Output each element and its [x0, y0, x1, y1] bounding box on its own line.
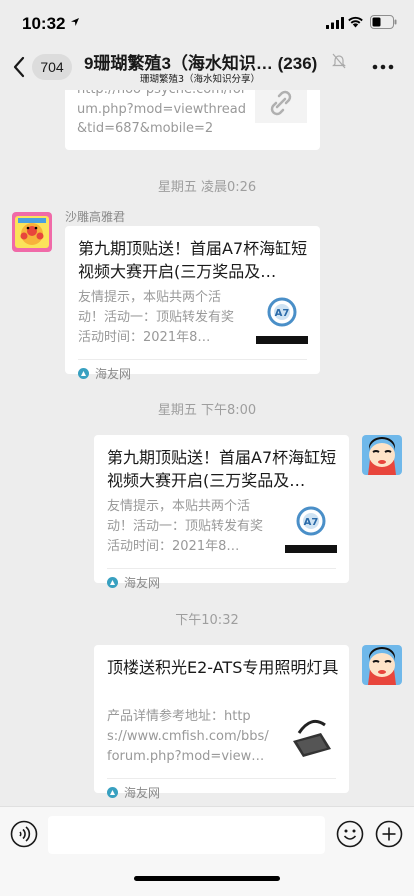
timestamp-label: 星期五 凌晨0:26 [157, 180, 257, 195]
message-input[interactable] [48, 816, 325, 854]
link-url-text: http://hoo-psyche.com/forum.php?mod=view… [77, 90, 246, 136]
card-description: 产品详情参考地址：https://www.cmfish.com/bbs/foru… [107, 709, 269, 764]
card-source: 海友网 [78, 365, 131, 382]
source-logo-icon [107, 787, 118, 798]
more-options-icon[interactable] [372, 64, 394, 70]
status-time: 10:32 [22, 14, 66, 33]
svg-text:A7: A7 [304, 517, 319, 528]
input-bar [0, 806, 414, 896]
home-indicator[interactable] [134, 876, 280, 881]
cellular-signal-icon [326, 17, 344, 29]
wifi-icon [348, 16, 363, 28]
location-arrow-icon [71, 18, 79, 26]
card-divider [107, 568, 336, 569]
card-description: 友情提示，本贴共两个活动！活动一：顶贴转发有奖活动时间：2021年8… [107, 499, 264, 554]
chat-subtitle: 珊瑚繁殖3（海水知识分享） [140, 74, 261, 85]
card-source: 海友网 [107, 574, 160, 591]
my-avatar[interactable] [362, 435, 402, 475]
source-logo-icon [107, 577, 118, 588]
unread-count-badge[interactable]: 704 [32, 54, 72, 80]
battery-icon [370, 15, 397, 29]
voice-input-icon[interactable] [10, 820, 38, 848]
status-bar: 10:32 [0, 0, 414, 44]
source-name: 海友网 [95, 367, 132, 381]
link-thumbnail [255, 90, 307, 123]
card-thumbnail: A7 [256, 292, 308, 344]
card-divider [107, 778, 336, 779]
card-thumbnail [285, 711, 337, 763]
card-title: 顶楼送积光E2-ATS专用照明灯具 [107, 658, 339, 677]
sender-name: 沙雕高雅君 [65, 210, 126, 224]
link-icon [270, 90, 292, 116]
card-thumbnail: A7 [285, 501, 337, 553]
shared-link-card[interactable]: 第九期顶贴送！首届A7杯海缸短视频大赛开启(三万奖品及… 友情提示，本贴共两个活… [94, 435, 349, 590]
source-logo-icon [78, 368, 89, 379]
source-name: 海友网 [124, 786, 161, 800]
plus-icon[interactable] [375, 820, 403, 848]
message-list[interactable]: http://hoo-psyche.com/forum.php?mod=view… [0, 90, 414, 806]
chat-header: 704 9珊瑚繁殖3（海水知识… (236) 珊瑚繁殖3（海水知识分享） [0, 44, 414, 90]
link-message-card[interactable]: http://hoo-psyche.com/forum.php?mod=view… [65, 90, 320, 150]
emoji-icon[interactable] [336, 820, 364, 848]
mute-bell-icon [332, 53, 346, 69]
timestamp-label: 下午10:32 [175, 613, 239, 628]
source-name: 海友网 [124, 576, 161, 590]
card-title: 第九期顶贴送！首届A7杯海缸短视频大赛开启(三万奖品及… [107, 448, 337, 490]
card-description: 友情提示，本贴共两个活动！活动一：顶贴转发有奖活动时间：2021年8… [78, 290, 235, 345]
svg-text:A7: A7 [275, 308, 290, 319]
my-avatar[interactable] [362, 645, 402, 685]
shared-link-card[interactable]: 顶楼送积光E2-ATS专用照明灯具 产品详情参考地址：https://www.c… [94, 645, 349, 800]
card-source: 海友网 [107, 784, 160, 801]
card-divider [78, 359, 307, 360]
sender-avatar[interactable] [12, 212, 52, 252]
back-chevron-icon[interactable] [12, 56, 26, 78]
shared-link-card[interactable]: 第九期顶贴送！首届A7杯海缸短视频大赛开启(三万奖品及… 友情提示，本贴共两个活… [65, 226, 320, 381]
card-title: 第九期顶贴送！首届A7杯海缸短视频大赛开启(三万奖品及… [78, 239, 308, 281]
timestamp-label: 星期五 下午8:00 [157, 403, 257, 418]
